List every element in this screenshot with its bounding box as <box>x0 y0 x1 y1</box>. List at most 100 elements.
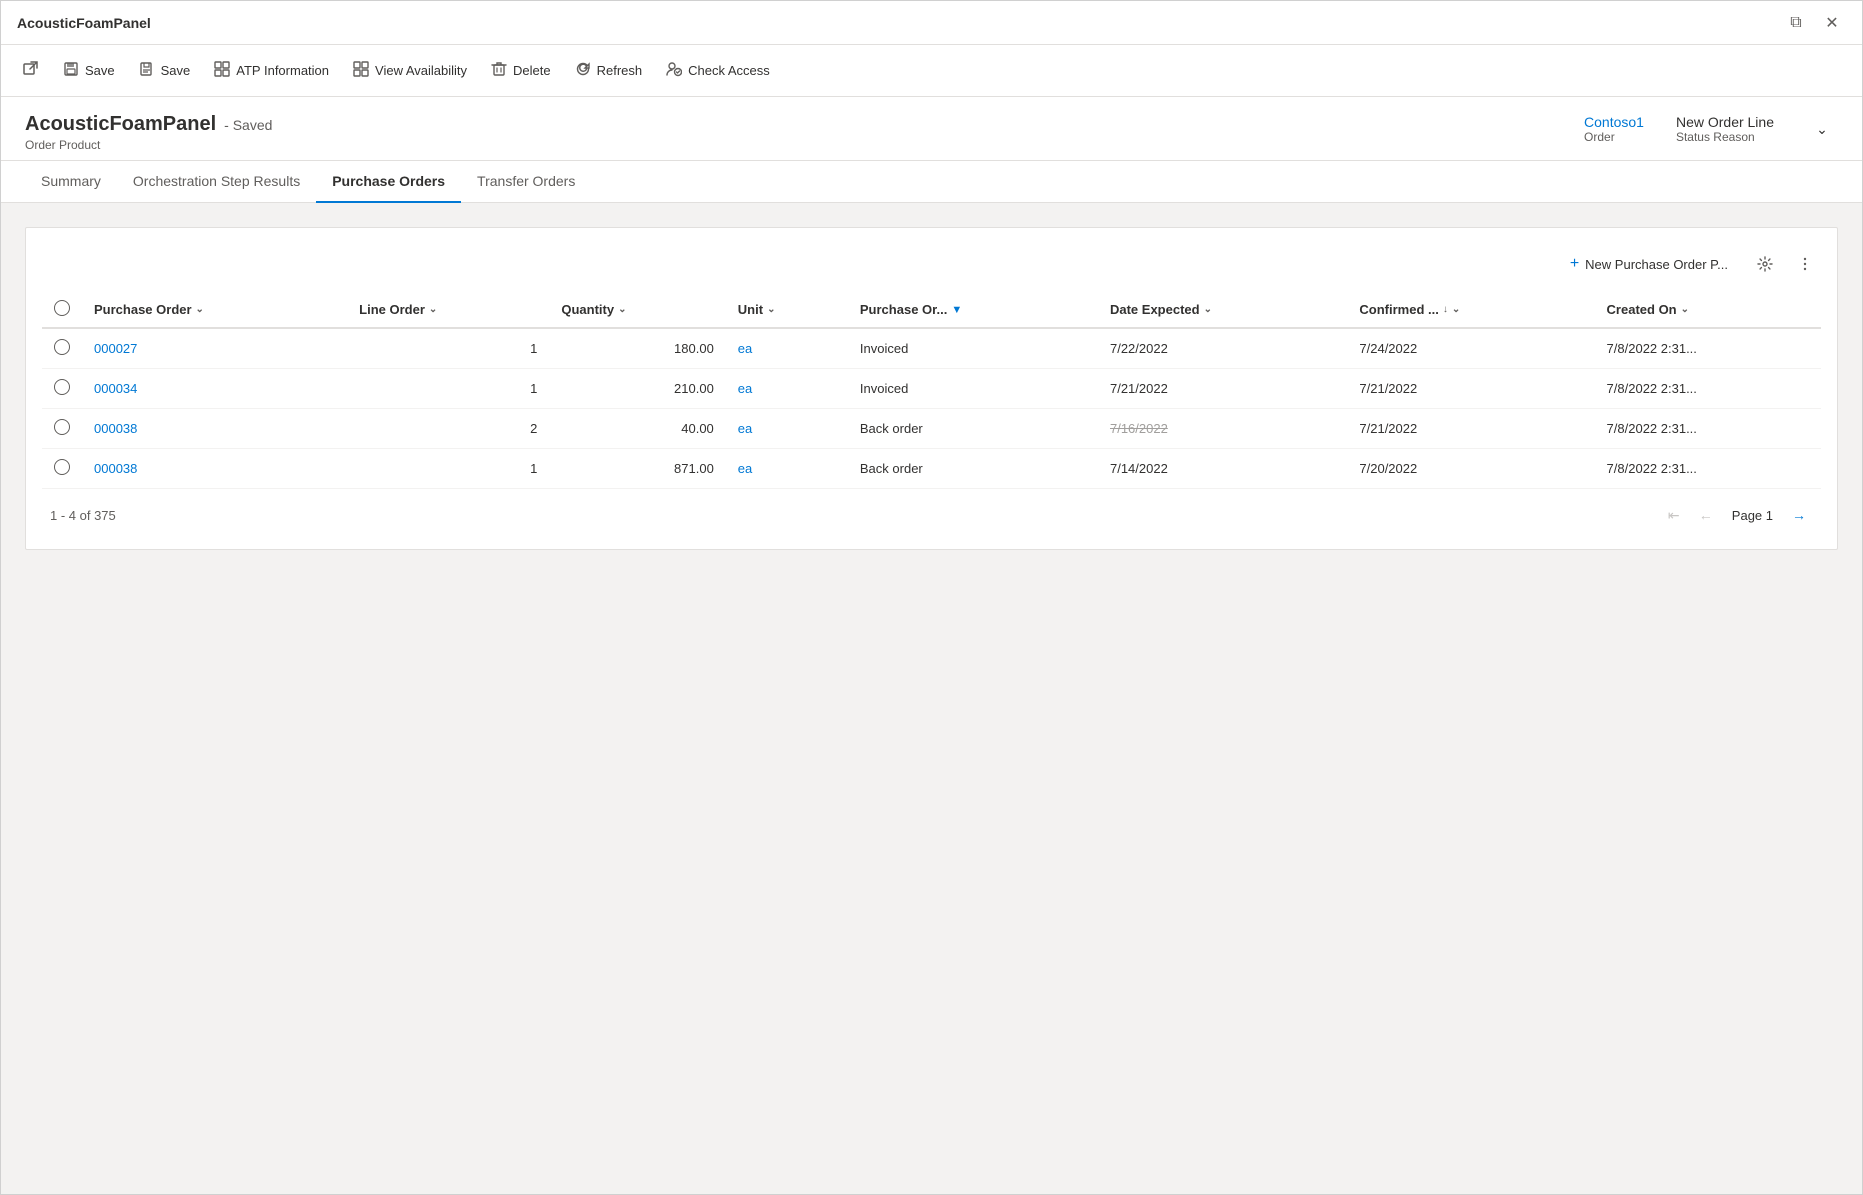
confirmed-cell: 7/20/2022 <box>1347 449 1594 489</box>
purchase-order-cell[interactable]: 000038 <box>82 449 347 489</box>
col-confirmed[interactable]: Confirmed ... ↓ ⌄ <box>1347 292 1594 328</box>
col-date-expected[interactable]: Date Expected ⌄ <box>1098 292 1347 328</box>
app-window: AcousticFoamPanel ⧉ ✕ Save <box>0 0 1863 1195</box>
row-select-checkbox[interactable] <box>54 419 70 435</box>
check-access-icon <box>666 61 682 81</box>
new-purchase-order-label: New Purchase Order P... <box>1585 257 1728 272</box>
unit-cell: ea <box>726 449 848 489</box>
meta-status-field: New Order Line Status Reason <box>1676 114 1774 144</box>
col-quantity[interactable]: Quantity ⌄ <box>549 292 725 328</box>
purchase-order-sort-icon: ⌄ <box>196 304 204 315</box>
check-access-label: Check Access <box>688 63 770 78</box>
atp-info-button[interactable]: ATP Information <box>204 55 339 87</box>
grid-toolbar: + New Purchase Order P... <box>42 244 1821 292</box>
date-expected-cell: 7/14/2022 <box>1098 449 1347 489</box>
row-checkbox-cell[interactable] <box>42 409 82 449</box>
maximize-button[interactable]: ⧉ <box>1782 9 1810 37</box>
row-select-checkbox[interactable] <box>54 459 70 475</box>
current-page-label: Page 1 <box>1724 508 1781 523</box>
row-checkbox-cell[interactable] <box>42 449 82 489</box>
line-order-sort-icon: ⌄ <box>429 304 437 315</box>
row-checkbox-cell[interactable] <box>42 328 82 369</box>
created-on-cell: 7/8/2022 2:31... <box>1595 449 1821 489</box>
purchase-order-link[interactable]: 000038 <box>94 461 137 476</box>
row-select-checkbox[interactable] <box>54 339 70 355</box>
date-expected-sort-icon: ⌄ <box>1204 304 1212 315</box>
title-bar-controls: ⧉ ✕ <box>1782 9 1846 37</box>
next-page-button[interactable]: → <box>1785 501 1813 529</box>
unit-link[interactable]: ea <box>738 461 752 476</box>
view-availability-button[interactable]: View Availability <box>343 55 477 87</box>
col-unit[interactable]: Unit ⌄ <box>726 292 848 328</box>
prev-page-button[interactable]: ← <box>1692 501 1720 529</box>
purchase-order-cell[interactable]: 000027 <box>82 328 347 369</box>
table-header: Purchase Order ⌄ Line Order ⌄ <box>42 292 1821 328</box>
confirmed-cell: 7/24/2022 <box>1347 328 1594 369</box>
col-purchase-order-status[interactable]: Purchase Or... ▼ <box>848 292 1098 328</box>
tab-orchestration[interactable]: Orchestration Step Results <box>117 161 316 203</box>
purchase-order-status-cell: Back order <box>848 449 1098 489</box>
purchase-status-filter-icon: ▼ <box>951 304 962 316</box>
save-button[interactable]: Save <box>53 55 125 87</box>
purchase-order-cell[interactable]: 000038 <box>82 409 347 449</box>
title-bar: AcousticFoamPanel ⧉ ✕ <box>1 1 1862 45</box>
check-access-button[interactable]: Check Access <box>656 55 780 87</box>
table-row: 000038240.00eaBack order7/16/20227/21/20… <box>42 409 1821 449</box>
confirmed-sort-icon2: ⌄ <box>1452 304 1460 315</box>
plus-icon: + <box>1570 255 1579 273</box>
unit-link[interactable]: ea <box>738 381 752 396</box>
quantity-cell: 180.00 <box>549 328 725 369</box>
col-created-on[interactable]: Created On ⌄ <box>1595 292 1821 328</box>
tab-transfer-orders[interactable]: Transfer Orders <box>461 161 591 203</box>
close-button[interactable]: ✕ <box>1818 9 1846 37</box>
purchase-order-cell[interactable]: 000034 <box>82 369 347 409</box>
unit-cell: ea <box>726 369 848 409</box>
open-external-button[interactable] <box>13 55 49 87</box>
first-page-button[interactable]: ⇤ <box>1660 501 1688 529</box>
select-all-checkbox[interactable] <box>54 300 70 316</box>
table-row: 0000341210.00eaInvoiced7/21/20227/21/202… <box>42 369 1821 409</box>
record-type: Order Product <box>25 138 272 152</box>
unit-cell: ea <box>726 328 848 369</box>
status-reason-value: New Order Line <box>1676 114 1774 130</box>
date-expected-cell: 7/16/2022 <box>1098 409 1347 449</box>
tab-summary[interactable]: Summary <box>25 161 117 203</box>
col-purchase-order[interactable]: Purchase Order ⌄ <box>82 292 347 328</box>
order-value[interactable]: Contoso1 <box>1584 114 1644 130</box>
record-meta: Contoso1 Order New Order Line Status Rea… <box>1584 113 1838 145</box>
delete-button[interactable]: Delete <box>481 55 561 87</box>
meta-chevron-button[interactable]: ⌄ <box>1806 113 1838 145</box>
unit-link[interactable]: ea <box>738 341 752 356</box>
save-close-button[interactable]: Save <box>129 55 201 87</box>
purchase-order-link[interactable]: 000027 <box>94 341 137 356</box>
purchase-order-link[interactable]: 000034 <box>94 381 137 396</box>
table-row: 0000381871.00eaBack order7/14/20227/20/2… <box>42 449 1821 489</box>
refresh-icon <box>575 61 591 81</box>
quantity-cell: 40.00 <box>549 409 725 449</box>
content-area: + New Purchase Order P... <box>1 203 1862 1194</box>
new-purchase-order-button[interactable]: + New Purchase Order P... <box>1557 248 1741 280</box>
refresh-button[interactable]: Refresh <box>565 55 653 87</box>
line-order-cell: 1 <box>347 369 549 409</box>
grid-more-button[interactable] <box>1789 248 1821 280</box>
refresh-label: Refresh <box>597 63 643 78</box>
purchase-orders-table: Purchase Order ⌄ Line Order ⌄ <box>42 292 1821 489</box>
purchase-order-status-cell: Invoiced <box>848 328 1098 369</box>
unit-link[interactable]: ea <box>738 421 752 436</box>
purchase-order-status-cell: Back order <box>848 409 1098 449</box>
tab-purchase-orders[interactable]: Purchase Orders <box>316 161 461 203</box>
delete-icon <box>491 61 507 81</box>
window-title: AcousticFoamPanel <box>17 15 151 31</box>
purchase-order-link[interactable]: 000038 <box>94 421 137 436</box>
tabs-bar: Summary Orchestration Step Results Purch… <box>1 161 1862 203</box>
row-checkbox-cell[interactable] <box>42 369 82 409</box>
record-title-container: AcousticFoamPanel - Saved <box>25 113 272 136</box>
created-on-cell: 7/8/2022 2:31... <box>1595 369 1821 409</box>
created-on-sort-icon: ⌄ <box>1681 304 1689 315</box>
unit-cell: ea <box>726 409 848 449</box>
row-select-checkbox[interactable] <box>54 379 70 395</box>
quantity-cell: 210.00 <box>549 369 725 409</box>
col-line-order[interactable]: Line Order ⌄ <box>347 292 549 328</box>
grid-settings-button[interactable] <box>1749 248 1781 280</box>
meta-order-field: Contoso1 Order <box>1584 114 1644 144</box>
